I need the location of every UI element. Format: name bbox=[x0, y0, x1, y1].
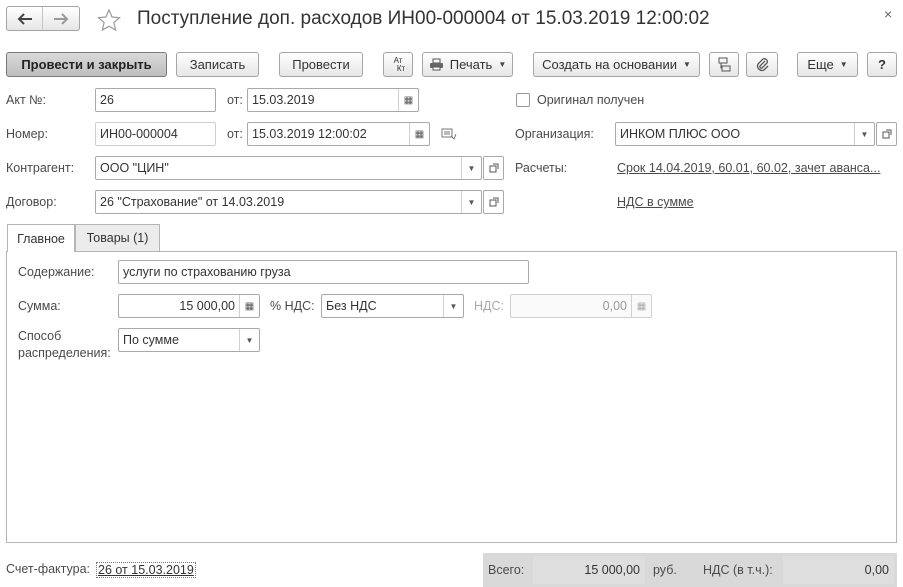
organization-field[interactable]: ИНКОМ ПЛЮС ООО ▼ bbox=[615, 122, 875, 146]
dropdown-icon[interactable]: ▼ bbox=[443, 295, 463, 317]
act-date-label: от: bbox=[227, 93, 243, 107]
star-icon[interactable] bbox=[96, 8, 122, 32]
settlements-link[interactable]: Срок 14.04.2019, 60.01, 60.02, зачет ава… bbox=[617, 161, 880, 175]
structure-icon[interactable] bbox=[709, 52, 739, 77]
counterparty-value: ООО "ЦИН" bbox=[100, 161, 169, 175]
vat-rate-value: Без НДС bbox=[326, 299, 377, 313]
more-button[interactable]: Еще ▼ bbox=[797, 52, 858, 77]
content-value: услуги по страхованию груза bbox=[123, 265, 291, 279]
number-date-field[interactable]: 15.03.2019 12:00:02 ▦ bbox=[247, 122, 430, 146]
vat-value: 0,00 bbox=[602, 299, 627, 313]
print-button[interactable]: Печать ▼ bbox=[422, 52, 513, 77]
calculator-icon: ▦ bbox=[631, 295, 651, 317]
post-button[interactable]: Провести bbox=[279, 52, 363, 77]
total-value: 15 000,00 bbox=[584, 563, 640, 577]
invoice-link[interactable]: 26 от 15.03.2019 bbox=[96, 562, 196, 578]
act-date-value: 15.03.2019 bbox=[252, 93, 315, 107]
nav-group bbox=[6, 6, 80, 31]
vat-label: НДС: bbox=[474, 299, 504, 313]
vat-in-sum-link[interactable]: НДС в сумме bbox=[617, 195, 694, 209]
vat-field: 0,00 ▦ bbox=[510, 294, 652, 318]
settlements-label: Расчеты: bbox=[515, 161, 568, 175]
vat-rate-label: % НДС: bbox=[270, 299, 315, 313]
print-label: Печать bbox=[449, 57, 493, 72]
history-icon[interactable] bbox=[441, 127, 457, 141]
distribution-label-line2: распределения: bbox=[18, 346, 111, 360]
tab-goods[interactable]: Товары (1) bbox=[75, 224, 160, 251]
distribution-method-value: По сумме bbox=[123, 333, 179, 347]
act-number-value: 26 bbox=[100, 93, 114, 107]
sum-field[interactable]: 15 000,00 ▦ bbox=[118, 294, 260, 318]
sum-label: Сумма: bbox=[18, 299, 61, 313]
close-icon[interactable]: × bbox=[884, 6, 892, 22]
number-date-label: от: bbox=[227, 127, 243, 141]
invoice-label: Счет-фактура: bbox=[6, 562, 91, 576]
chevron-down-icon: ▼ bbox=[498, 60, 507, 69]
number-label: Номер: bbox=[6, 127, 48, 141]
act-label: Акт №: bbox=[6, 93, 47, 107]
vat-included-value: 0,00 bbox=[864, 563, 889, 577]
vat-rate-field[interactable]: Без НДС ▼ bbox=[321, 294, 464, 318]
number-date-value: 15.03.2019 12:00:02 bbox=[252, 127, 367, 141]
contract-label: Договор: bbox=[6, 195, 57, 209]
arrow-right-icon[interactable] bbox=[43, 7, 79, 30]
chevron-down-icon: ▼ bbox=[682, 60, 691, 69]
number-value: ИН00-000004 bbox=[100, 127, 178, 141]
page-title: Поступление доп. расходов ИН00-000004 от… bbox=[137, 8, 710, 29]
counterparty-field[interactable]: ООО "ЦИН" ▼ bbox=[95, 156, 482, 180]
content-field[interactable]: услуги по страхованию груза bbox=[118, 260, 529, 284]
paperclip-icon[interactable] bbox=[746, 52, 778, 77]
create-based-on-button[interactable]: Создать на основании ▼ bbox=[533, 52, 700, 77]
currency-label: руб. bbox=[653, 563, 677, 577]
create-based-label: Создать на основании bbox=[542, 57, 677, 72]
dropdown-icon[interactable]: ▼ bbox=[461, 191, 481, 213]
distribution-label-line1: Способ bbox=[18, 329, 62, 343]
dt-kt-bottom: Кт bbox=[396, 63, 406, 73]
more-label: Еще bbox=[807, 57, 834, 72]
sum-value: 15 000,00 bbox=[179, 299, 235, 313]
act-number-field[interactable]: 26 bbox=[95, 88, 216, 112]
calculator-icon[interactable]: ▦ bbox=[239, 295, 259, 317]
total-value-box: 15 000,00 bbox=[533, 556, 645, 584]
counterparty-label: Контрагент: bbox=[6, 161, 75, 175]
printer-icon bbox=[429, 58, 444, 71]
contract-value: 26 "Страхование" от 14.03.2019 bbox=[100, 195, 285, 209]
original-received-label: Оригинал получен bbox=[537, 93, 645, 107]
calendar-icon[interactable]: ▦ bbox=[409, 123, 429, 145]
dropdown-icon[interactable]: ▼ bbox=[239, 329, 259, 351]
chevron-down-icon: ▼ bbox=[839, 60, 848, 69]
arrow-left-icon[interactable] bbox=[7, 7, 43, 30]
dropdown-icon[interactable]: ▼ bbox=[461, 157, 481, 179]
organization-value: ИНКОМ ПЛЮС ООО bbox=[620, 127, 741, 141]
content-label: Содержание: bbox=[18, 265, 95, 279]
contract-field[interactable]: 26 "Страхование" от 14.03.2019 ▼ bbox=[95, 190, 482, 214]
open-contract-icon[interactable] bbox=[483, 190, 504, 214]
original-received-checkbox[interactable] bbox=[516, 93, 530, 107]
dropdown-icon[interactable]: ▼ bbox=[854, 123, 874, 145]
save-button[interactable]: Записать bbox=[176, 52, 259, 77]
tab-main[interactable]: Главное bbox=[7, 224, 75, 252]
open-counterparty-icon[interactable] bbox=[483, 156, 504, 180]
total-label: Всего: bbox=[488, 563, 525, 577]
post-and-close-button[interactable]: Провести и закрыть bbox=[6, 52, 167, 77]
act-date-field[interactable]: 15.03.2019 ▦ bbox=[247, 88, 419, 112]
vat-included-label: НДС (в т.ч.): bbox=[703, 563, 773, 577]
organization-label: Организация: bbox=[515, 127, 594, 141]
vat-included-value-box: 0,00 bbox=[783, 556, 894, 584]
dt-kt-button[interactable]: Ат Кт bbox=[383, 52, 413, 77]
distribution-method-field[interactable]: По сумме ▼ bbox=[118, 328, 260, 352]
number-field[interactable]: ИН00-000004 bbox=[95, 122, 216, 146]
help-button[interactable]: ? bbox=[867, 52, 897, 77]
open-organization-icon[interactable] bbox=[876, 122, 897, 146]
calendar-icon[interactable]: ▦ bbox=[398, 89, 418, 111]
